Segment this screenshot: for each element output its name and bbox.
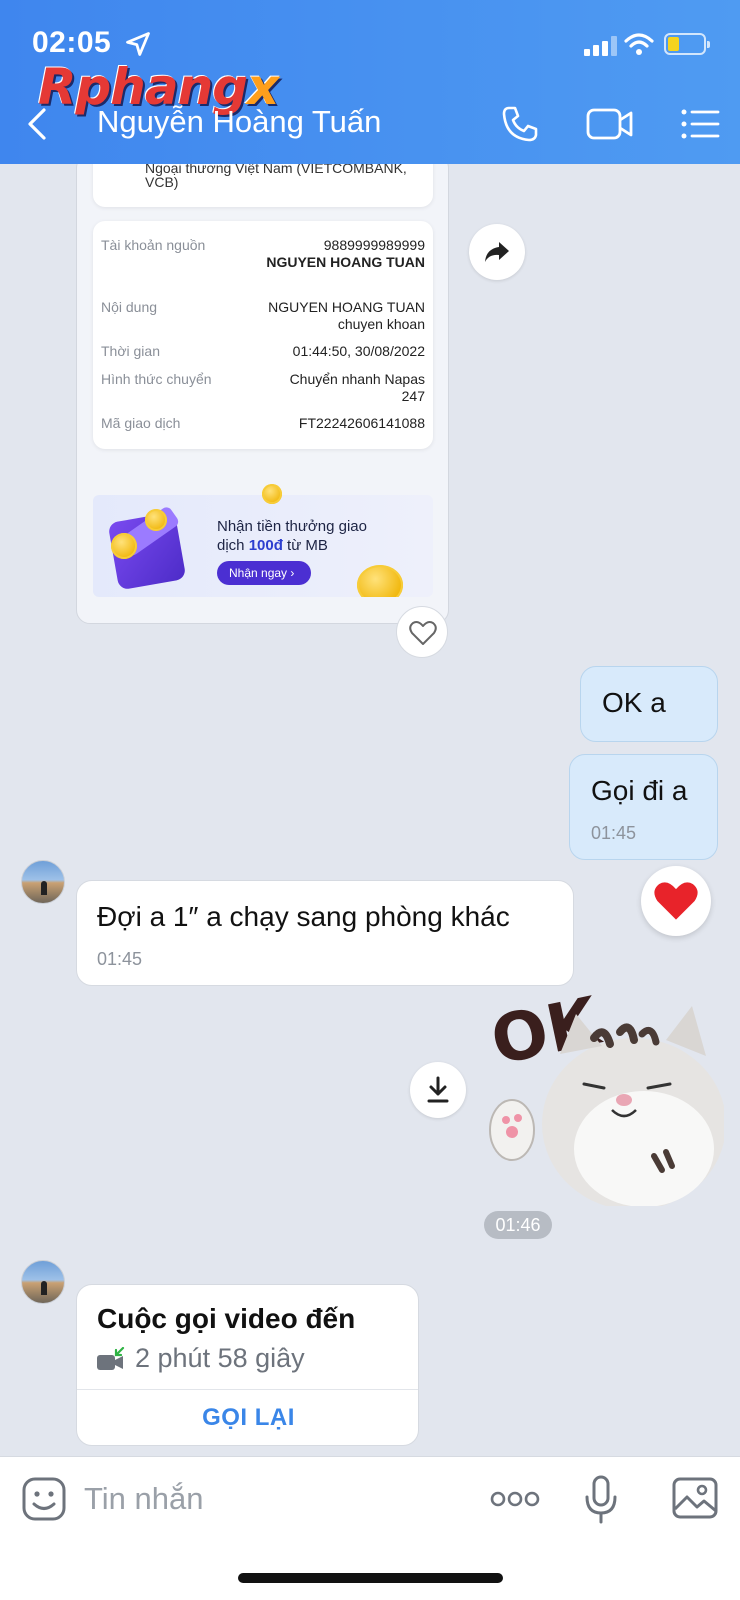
message-bubble-outgoing[interactable]: Gọi đi a 01:45 [569,754,718,860]
status-time: 02:05 [32,26,112,59]
image-icon[interactable] [672,1477,718,1519]
message-bubble-incoming[interactable]: Đợi a 1″ a chạy sang phòng khác 01:45 [76,880,574,986]
detail-label: Mã giao dịch [101,415,181,431]
chat-header: 02:05 Rphangx Nguyễn Hoàng Tuấn [0,0,740,164]
reaction-heart[interactable] [641,866,711,936]
location-arrow-icon [126,32,150,56]
emoji-icon[interactable] [22,1477,66,1521]
detail-value: 01:44:50, 30/08/2022 [292,343,425,359]
bank-card: Ngoại thương Việt Nam (VIETCOMBANK, VCB) [93,164,433,207]
call-log-card: Cuộc gọi video đến 2 phút 58 giây GỌI LẠ… [76,1284,419,1446]
back-icon[interactable] [22,104,54,144]
detail-value: FT22242606141088 [298,415,425,431]
transaction-details: Tài khoản nguồn 9889999989999 NGUYEN HOAN… [93,221,433,449]
message-time: 01:46 [484,1211,552,1239]
list-menu-icon[interactable] [680,108,720,140]
cat-ok-sticker[interactable]: OK [484,984,724,1206]
coin-icon [262,484,282,504]
battery-icon [664,33,710,55]
composer-bar [0,1456,740,1600]
incoming-video-icon [97,1347,125,1370]
avatar[interactable] [21,860,65,904]
detail-value: NGUYEN HOANG TUAN chuyen khoan [268,299,425,332]
message-text: Gọi đi a [591,775,688,806]
phone-icon[interactable] [500,104,540,144]
heart-filled-icon [654,882,698,920]
coin-icon [145,509,167,531]
download-button[interactable] [410,1062,466,1118]
download-icon [427,1076,449,1103]
detail-label: Thời gian [101,343,160,359]
detail-label: Hình thức chuyển [101,371,212,387]
share-button[interactable] [469,224,525,280]
message-input[interactable] [84,1475,464,1523]
detail-value: Chuyển nhanh Napas 247 [289,371,425,404]
detail-label: Tài khoản nguồn [101,237,206,253]
video-camera-icon[interactable] [586,106,634,142]
detail-label: Nội dung [101,299,158,315]
call-duration: 2 phút 58 giây [135,1343,305,1373]
message-text: OK a [602,687,666,718]
microphone-icon[interactable] [584,1475,618,1525]
message-time: 01:45 [97,949,143,969]
avatar[interactable] [21,1260,65,1304]
promo-text: Nhận tiền thưởng giao dịch 100đ từ MB [217,518,367,554]
heart-outline-icon [409,621,437,645]
promo-button[interactable]: Nhận ngay › [217,561,311,585]
message-text: Đợi a 1″ a chạy sang phòng khác [97,901,510,932]
react-heart-button[interactable] [396,606,448,658]
contact-name[interactable]: Nguyễn Hoàng Tuấn [97,104,381,140]
wifi-icon [624,33,654,55]
coin-icon [111,533,137,559]
promo-banner: Nhận tiền thưởng giao dịch 100đ từ MB Nh… [93,495,433,597]
detail-value: 9889999989999 NGUYEN HOANG TUAN [266,237,425,270]
call-title: Cuộc gọi video đến [97,1303,356,1334]
call-back-button[interactable]: GỌI LẠI [77,1389,418,1445]
share-icon [485,242,509,262]
message-bubble-outgoing[interactable]: OK a [580,666,718,742]
bank-name: Ngoại thương Việt Nam (VIETCOMBANK, VCB) [145,164,407,190]
coin-icon [357,565,403,597]
signal-icon [584,36,617,56]
home-indicator [238,1573,503,1583]
chat-messages[interactable]: Ngoại thương Việt Nam (VIETCOMBANK, VCB)… [0,164,740,1456]
message-time: 01:45 [591,823,637,843]
more-icon[interactable] [490,1487,540,1511]
transfer-receipt-image[interactable]: Ngoại thương Việt Nam (VIETCOMBANK, VCB)… [76,164,449,624]
